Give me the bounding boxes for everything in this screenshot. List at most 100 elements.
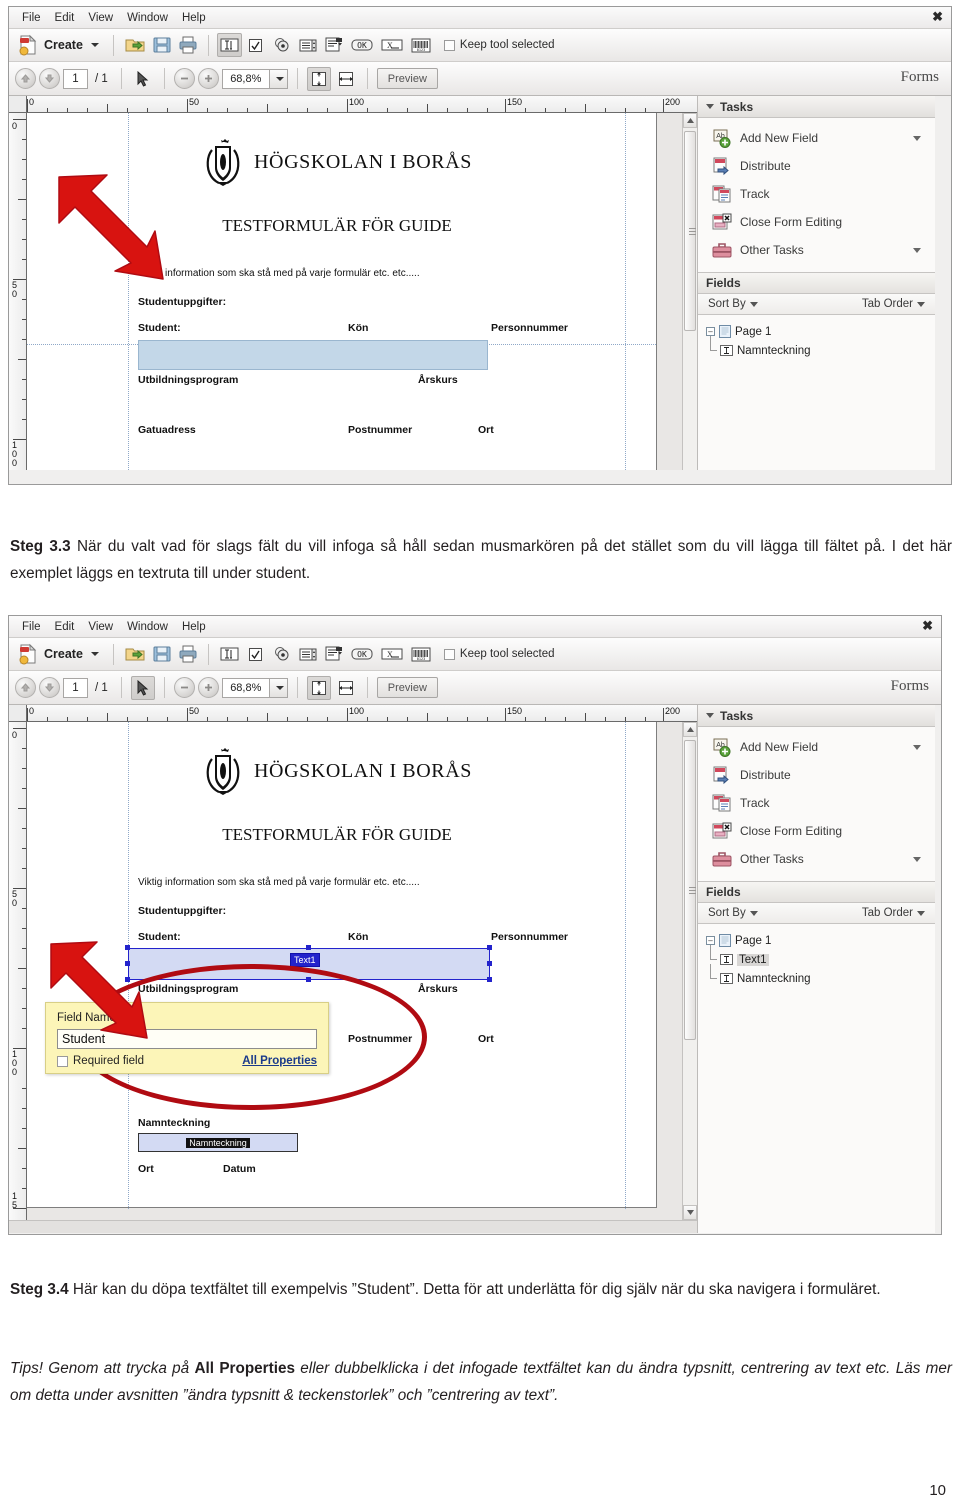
checkbox-field-tool-button[interactable] (244, 33, 268, 57)
tab-order-dropdown[interactable]: Tab Order (862, 907, 925, 919)
chevron-down-icon[interactable] (913, 857, 921, 862)
resize-handle-ne[interactable] (487, 945, 492, 950)
task-add-new-field[interactable]: Ab Add New Field (698, 124, 935, 152)
open-folder-button[interactable] (122, 33, 148, 57)
digital-signature-field-tool-button[interactable]: X (378, 642, 406, 666)
save-button[interactable] (150, 33, 174, 57)
task-other-tasks[interactable]: Other Tasks (698, 236, 935, 264)
zoom-in-button[interactable] (197, 677, 219, 698)
resize-handle-sw[interactable] (125, 977, 130, 982)
dropdown-field-tool-button[interactable] (322, 33, 346, 57)
resize-handle-s[interactable] (306, 977, 311, 982)
tree-node-page-1[interactable]: – Page 1 (706, 931, 935, 950)
zoom-dropdown-button[interactable] (269, 677, 288, 698)
button-field-tool-button[interactable]: OK (348, 642, 376, 666)
keep-tool-selected-checkbox[interactable]: Keep tool selected (443, 648, 555, 660)
scrollbar-thumb[interactable] (684, 131, 696, 331)
menu-item-edit[interactable]: Edit (48, 620, 82, 634)
resize-handle-w[interactable] (125, 961, 130, 966)
scroll-up-arrow-icon[interactable] (683, 722, 697, 737)
chevron-down-icon[interactable] (913, 136, 921, 141)
tree-node-field-text1[interactable]: Text1 (706, 945, 935, 969)
task-add-new-field[interactable]: Ab Add New Field (698, 733, 935, 761)
close-icon[interactable]: ✖ (922, 618, 933, 634)
zoom-in-button[interactable] (197, 68, 219, 89)
open-folder-button[interactable] (122, 642, 148, 666)
select-tool-button[interactable] (130, 675, 155, 700)
next-page-button[interactable] (39, 68, 60, 89)
canvas-hscrollbar-2[interactable] (9, 1220, 697, 1233)
next-page-button[interactable] (39, 677, 60, 698)
resize-handle-n[interactable] (306, 945, 311, 950)
task-distribute[interactable]: Distribute (698, 761, 935, 789)
preview-button[interactable]: Preview (376, 677, 438, 698)
zoom-level-combobox[interactable]: 68,8% (221, 68, 288, 89)
zoom-out-button[interactable] (173, 68, 195, 89)
zoom-dropdown-button[interactable] (269, 68, 288, 89)
menu-item-view[interactable]: View (81, 11, 120, 25)
select-tool-button[interactable] (131, 67, 155, 91)
radio-button-field-tool-button[interactable] (270, 642, 294, 666)
tab-order-dropdown[interactable]: Tab Order (862, 298, 925, 310)
collapse-icon[interactable]: – (706, 936, 715, 945)
scroll-up-arrow-icon[interactable] (683, 113, 697, 128)
print-button[interactable] (176, 33, 200, 57)
menu-item-help[interactable]: Help (175, 11, 213, 25)
tasks-panel-header[interactable]: Tasks (698, 705, 935, 727)
task-track[interactable]: Track (698, 789, 935, 817)
chevron-down-icon[interactable] (913, 248, 921, 253)
list-box-field-tool-button[interactable] (296, 642, 320, 666)
pdf-field-namnteckning[interactable]: Namnteckning (138, 1133, 298, 1152)
menu-item-help[interactable]: Help (175, 620, 213, 634)
menu-item-edit[interactable]: Edit (48, 11, 82, 25)
all-properties-link[interactable]: All Properties (242, 1055, 317, 1067)
task-close-form-editing[interactable]: Close Form Editing (698, 208, 935, 236)
field-name-input[interactable]: Student (57, 1029, 317, 1049)
barcode-field-tool-button[interactable]: 0123 (408, 33, 434, 57)
zoom-level-combobox[interactable]: 68,8% (221, 677, 288, 698)
task-track[interactable]: Track (698, 180, 935, 208)
zoom-level-value[interactable]: 68,8% (221, 68, 270, 89)
fit-page-button[interactable] (306, 66, 331, 91)
digital-signature-field-tool-button[interactable]: X (378, 33, 406, 57)
tasks-panel-header[interactable]: Tasks (698, 96, 935, 118)
keep-tool-selected-checkbox[interactable]: Keep tool selected (443, 39, 555, 51)
chevron-down-icon[interactable] (913, 745, 921, 750)
scroll-down-arrow-icon[interactable] (683, 1205, 697, 1220)
pdf-canvas-2[interactable]: HÖGSKOLAN I BORÅS TESTFORMULÄR FÖR GUIDE… (27, 722, 682, 1220)
fit-page-button[interactable] (306, 675, 331, 700)
canvas-scrollbar-2[interactable] (682, 722, 697, 1220)
sort-by-dropdown[interactable]: Sort By (708, 907, 758, 919)
resize-handle-se[interactable] (487, 977, 492, 982)
create-button[interactable]: Create (15, 641, 105, 667)
menu-item-file[interactable]: File (15, 11, 48, 25)
list-box-field-tool-button[interactable] (296, 33, 320, 57)
print-button[interactable] (176, 642, 200, 666)
zoom-out-button[interactable] (173, 677, 195, 698)
resize-handle-e[interactable] (487, 961, 492, 966)
text-field-tool-button[interactable] (217, 642, 242, 666)
text-field-tool-button[interactable] (216, 33, 242, 57)
menu-item-window[interactable]: Window (120, 620, 175, 634)
fit-width-button[interactable] (334, 67, 358, 91)
task-distribute[interactable]: Distribute (698, 152, 935, 180)
fit-width-button[interactable] (334, 676, 358, 700)
task-other-tasks[interactable]: Other Tasks (698, 845, 935, 873)
resize-handle-nw[interactable] (125, 945, 130, 950)
radio-button-field-tool-button[interactable] (270, 33, 294, 57)
zoom-level-value[interactable]: 68,8% (221, 677, 270, 698)
canvas-scrollbar-1[interactable] (682, 113, 697, 470)
tree-node-field-namnteckning[interactable]: Namnteckning (706, 964, 935, 988)
menu-item-file[interactable]: File (15, 620, 48, 634)
task-close-form-editing[interactable]: Close Form Editing (698, 817, 935, 845)
page-number-input[interactable]: 1 (63, 677, 88, 698)
pdf-field-student-existing[interactable] (138, 340, 488, 370)
barcode-field-tool-button[interactable]: 0123 (408, 642, 434, 666)
menu-item-view[interactable]: View (81, 620, 120, 634)
tree-node-field[interactable]: Namnteckning (706, 336, 935, 360)
pdf-canvas-1[interactable]: HÖGSKOLAN I BORÅS TESTFORMULÄR FÖR GUIDE… (27, 113, 682, 470)
previous-page-button[interactable] (15, 68, 36, 89)
menu-item-window[interactable]: Window (120, 11, 175, 25)
scrollbar-thumb[interactable] (684, 740, 696, 1040)
page-number-input[interactable]: 1 (63, 68, 88, 89)
